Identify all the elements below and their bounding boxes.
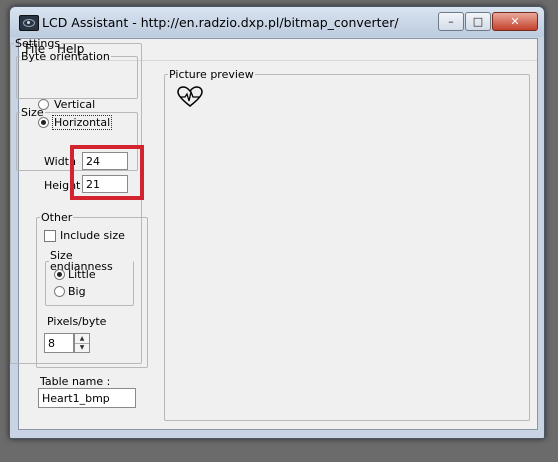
byte-orientation-group: Byte orientation [16,51,138,99]
pixels-per-byte-label: Pixels/byte [47,315,107,328]
maximize-button[interactable]: □ [465,12,491,31]
include-size-label[interactable]: Include size [60,229,125,242]
minimize-button[interactable]: – [438,12,464,31]
pixels-per-byte-spinner[interactable]: ▲ ▼ [74,333,90,353]
big-label[interactable]: Big [68,285,86,298]
byte-orientation-legend: Byte orientation [21,50,110,63]
picture-preview-legend: Picture preview [169,68,254,81]
pixels-per-byte-input[interactable]: 8 [44,333,74,353]
little-radio[interactable] [54,269,65,280]
other-legend: Other [41,211,73,224]
window-title: LCD Assistant - http://en.radzio.dxp.pl/… [42,15,399,30]
include-size-checkbox[interactable] [44,230,56,242]
title-bar[interactable]: LCD Assistant - http://en.radzio.dxp.pl/… [10,7,544,37]
big-radio[interactable] [54,286,65,297]
app-eye-icon[interactable] [19,15,39,31]
close-button[interactable]: ✕ [492,12,538,31]
size-highlight-annotation [70,145,144,200]
table-name-input[interactable]: Heart1_bmp [38,388,136,408]
little-label[interactable]: Little [68,268,96,281]
picture-preview-group: Picture preview [164,69,530,421]
size-legend: Size [21,106,44,119]
spinner-down-icon[interactable]: ▼ [75,343,89,352]
settings-legend: Settings [15,37,61,50]
heart-ecg-icon [177,86,203,107]
table-name-label: Table name : [40,375,111,388]
